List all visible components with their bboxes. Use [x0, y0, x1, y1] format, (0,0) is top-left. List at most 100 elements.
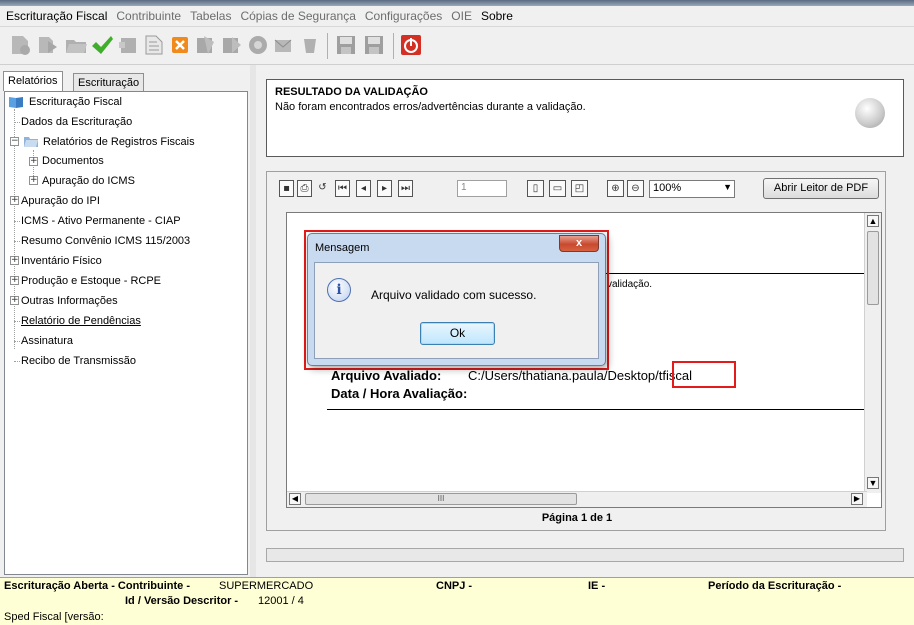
collapse-toggle[interactable]: − — [10, 137, 19, 146]
status-cnpj-label: CNPJ - — [436, 580, 473, 592]
attach-icon[interactable] — [298, 33, 322, 57]
tree-item-assinatura[interactable]: Assinatura — [21, 335, 73, 347]
tree-line — [14, 122, 20, 123]
status-contribuinte-value: SUPERMERCADO — [219, 580, 314, 592]
dialog-message: Arquivo validado com sucesso. — [371, 288, 537, 302]
result-message: Não foram encontrados erros/advertências… — [275, 101, 586, 113]
pdf-toolbar: ▪ ⎙ ↺ ⏮ ◂ ▸ ⏭ 1 ▯ ▭ ◰ ⊕ ⊖ 100% ▼ Abrir Le… — [279, 178, 879, 200]
scroll-grip: III — [437, 494, 445, 503]
first-page-icon[interactable]: ⏮ — [335, 180, 350, 197]
doc-file-label: Arquivo Avaliado: — [331, 368, 442, 383]
scroll-down-icon[interactable]: ▼ — [867, 477, 879, 489]
highlight-box-filename — [672, 361, 736, 388]
tab-relatorios[interactable]: Relatórios — [3, 71, 63, 91]
result-title: RESULTADO DA VALIDAÇÃO — [275, 86, 428, 98]
globe-logo-icon — [855, 98, 885, 128]
doc-file-path: C:/Users/thatiana.paula/Desktop/tfiscal — [468, 368, 692, 383]
save-icon[interactable] — [334, 33, 358, 57]
sign-document-icon[interactable] — [116, 33, 140, 57]
tree-item-inventario-fisico[interactable]: Inventário Físico — [21, 255, 102, 267]
validate-check-icon[interactable] — [90, 33, 114, 57]
tree-item-recibo-transmissao[interactable]: Recibo de Transmissão — [21, 355, 136, 367]
expand-toggle[interactable]: + — [10, 296, 19, 305]
delete-x-icon[interactable] — [168, 33, 192, 57]
page-info: Página 1 de 1 — [541, 512, 613, 524]
tree-line — [14, 321, 20, 322]
menu-contribuinte[interactable]: Contribuinte — [116, 9, 181, 23]
tree-item-apuracao-icms[interactable]: Apuração do ICMS — [42, 175, 135, 187]
power-exit-icon[interactable] — [399, 33, 423, 57]
menu-sobre[interactable]: Sobre — [481, 9, 513, 23]
expand-toggle[interactable]: + — [10, 196, 19, 205]
import-arrow-icon[interactable] — [36, 33, 60, 57]
expand-toggle[interactable]: + — [10, 276, 19, 285]
menu-tabelas[interactable]: Tabelas — [190, 9, 231, 23]
search-globe-icon[interactable] — [246, 33, 270, 57]
tree-item-producao-estoque[interactable]: Produção e Estoque - RCPE — [21, 275, 161, 287]
tree-line — [14, 221, 20, 222]
reports-folder-icon — [24, 137, 38, 147]
scroll-left-icon[interactable]: ◀ — [289, 493, 301, 505]
tree-item-dados-escrituracao[interactable]: Dados da Escrituração — [21, 116, 132, 128]
expand-toggle[interactable]: + — [29, 157, 38, 166]
tree-item-ciap[interactable]: ICMS - Ativo Permanente - CIAP — [21, 215, 181, 227]
tree-line — [14, 361, 20, 362]
tree-item-apuracao-ipi[interactable]: Apuração do IPI — [21, 195, 100, 207]
tree-item-relatorios-registros[interactable]: Relatórios de Registros Fiscais — [43, 136, 195, 148]
fit-width-icon[interactable]: ▭ — [549, 180, 566, 197]
validation-result-box: RESULTADO DA VALIDAÇÃO Não foram encontr… — [266, 79, 904, 157]
horizontal-scrollbar[interactable]: ◀ III ▶ — [287, 491, 867, 507]
dialog-title: Mensagem — [315, 242, 370, 254]
tree-item-escrituracao-fiscal[interactable]: Escrituração Fiscal — [29, 96, 122, 108]
zoom-select[interactable]: 100% ▼ — [649, 180, 735, 198]
zoom-value: 100% — [653, 182, 682, 194]
tree-item-outras-informacoes[interactable]: Outras Informações — [21, 295, 118, 307]
receipt-icon[interactable] — [220, 33, 244, 57]
vertical-scroll-thumb[interactable] — [867, 231, 879, 305]
next-page-icon[interactable]: ▸ — [377, 180, 392, 197]
zoom-in-icon[interactable]: ⊕ — [607, 180, 624, 197]
transmit-icon[interactable] — [194, 33, 218, 57]
tree-line — [14, 341, 20, 342]
page-number-input[interactable]: 1 — [457, 180, 507, 197]
toolbar-separator — [393, 33, 394, 59]
tree-item-convenio-icms[interactable]: Resumo Convênio ICMS 115/2003 — [21, 235, 190, 247]
expand-toggle[interactable]: + — [10, 256, 19, 265]
pdf-save-icon[interactable]: ▪ — [279, 180, 294, 197]
open-folder-icon[interactable] — [64, 33, 88, 57]
tree-item-relatorio-pendencias[interactable]: Relatório de Pendências — [21, 315, 141, 327]
scroll-right-icon[interactable]: ▶ — [851, 493, 863, 505]
dialog-body: i Arquivo validado com sucesso. Ok — [314, 262, 599, 359]
fit-page-icon[interactable]: ◰ — [571, 180, 588, 197]
ok-button[interactable]: Ok — [420, 322, 495, 345]
status-version-label: Id / Versão Descritor - — [125, 595, 239, 607]
menubar: Escrituração Fiscal Contribuinte Tabelas… — [0, 6, 914, 27]
last-page-icon[interactable]: ⏭ — [398, 180, 413, 197]
tab-escrituracao[interactable]: Escrituração — [73, 73, 145, 91]
toolbar-separator — [327, 33, 328, 59]
prev-page-icon[interactable]: ◂ — [356, 180, 371, 197]
tree-item-documentos[interactable]: Documentos — [42, 155, 104, 167]
scroll-up-icon[interactable]: ▲ — [867, 215, 879, 227]
menu-oie[interactable]: OIE — [451, 9, 472, 23]
open-pdf-reader-button[interactable]: Abrir Leitor de PDF — [763, 178, 879, 199]
refresh-icon[interactable]: ↺ — [315, 180, 330, 197]
menu-copias-de-seguranca[interactable]: Cópias de Segurança — [240, 9, 355, 23]
single-page-icon[interactable]: ▯ — [527, 180, 544, 197]
horizontal-scroll-thumb[interactable]: III — [305, 493, 577, 505]
report-icon[interactable] — [142, 33, 166, 57]
info-icon: i — [327, 278, 351, 302]
menu-escrituracao-fiscal[interactable]: Escrituração Fiscal — [6, 9, 107, 23]
menu-configuracoes[interactable]: Configurações — [365, 9, 442, 23]
new-document-icon[interactable] — [8, 33, 32, 57]
tree-line — [14, 241, 20, 242]
vertical-scrollbar[interactable]: ▲ ▼ — [864, 213, 881, 493]
expand-toggle[interactable]: + — [29, 176, 38, 185]
pdf-print-icon[interactable]: ⎙ — [297, 180, 312, 197]
dialog-close-button[interactable]: x — [559, 235, 599, 252]
zoom-out-icon[interactable]: ⊖ — [627, 180, 644, 197]
book-icon — [9, 97, 23, 108]
mail-icon[interactable] — [272, 33, 296, 57]
status-version-value: 12001 / 4 — [258, 595, 304, 607]
save-as-icon[interactable] — [362, 33, 386, 57]
